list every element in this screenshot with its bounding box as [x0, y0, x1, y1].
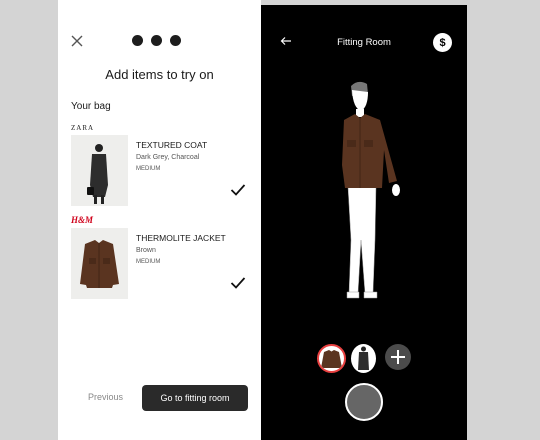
- close-icon[interactable]: [70, 34, 84, 48]
- item-size: MEDIUM: [136, 259, 161, 265]
- item-thumbnail[interactable]: [71, 228, 128, 299]
- item-name: TEXTURED COAT: [136, 140, 208, 150]
- fitting-room-panel: Fitting Room $: [261, 5, 467, 440]
- selected-jacket-thumbnail[interactable]: [317, 344, 346, 373]
- coat-thumbnail[interactable]: [351, 344, 376, 373]
- checkmark-icon[interactable]: [230, 183, 246, 197]
- dollar-icon[interactable]: $: [433, 33, 452, 52]
- add-items-panel: Add items to try on Your bag ZARA TEXTUR…: [58, 0, 261, 440]
- jacket-image: [71, 228, 128, 299]
- page-title: Add items to try on: [105, 67, 214, 82]
- item-color: Brown: [136, 247, 156, 254]
- checkmark-icon[interactable]: [230, 276, 246, 290]
- item-thumbnail[interactable]: [71, 135, 128, 206]
- go-to-fitting-room-button[interactable]: Go to fitting room: [142, 385, 248, 411]
- brand-logo-zara: ZARA: [71, 124, 95, 132]
- item-name: THERMOLITE JACKET: [136, 233, 226, 243]
- coat-image: [358, 346, 369, 370]
- item-color: Dark Grey, Charcoal: [136, 154, 200, 161]
- step-dot: [170, 35, 181, 46]
- jacket-image: [321, 350, 342, 368]
- previous-button[interactable]: Previous: [88, 392, 123, 402]
- step-dot: [132, 35, 143, 46]
- step-indicator: [132, 35, 181, 46]
- brand-logo-hm: H&M: [71, 215, 94, 225]
- add-item-button[interactable]: [385, 344, 411, 370]
- coat-model-image: [71, 135, 128, 206]
- plus-icon: [391, 350, 405, 364]
- step-dot: [151, 35, 162, 46]
- item-size: MEDIUM: [136, 166, 161, 172]
- avatar-figure: [342, 81, 400, 299]
- capture-button[interactable]: [345, 383, 383, 421]
- section-label: Your bag: [71, 101, 111, 112]
